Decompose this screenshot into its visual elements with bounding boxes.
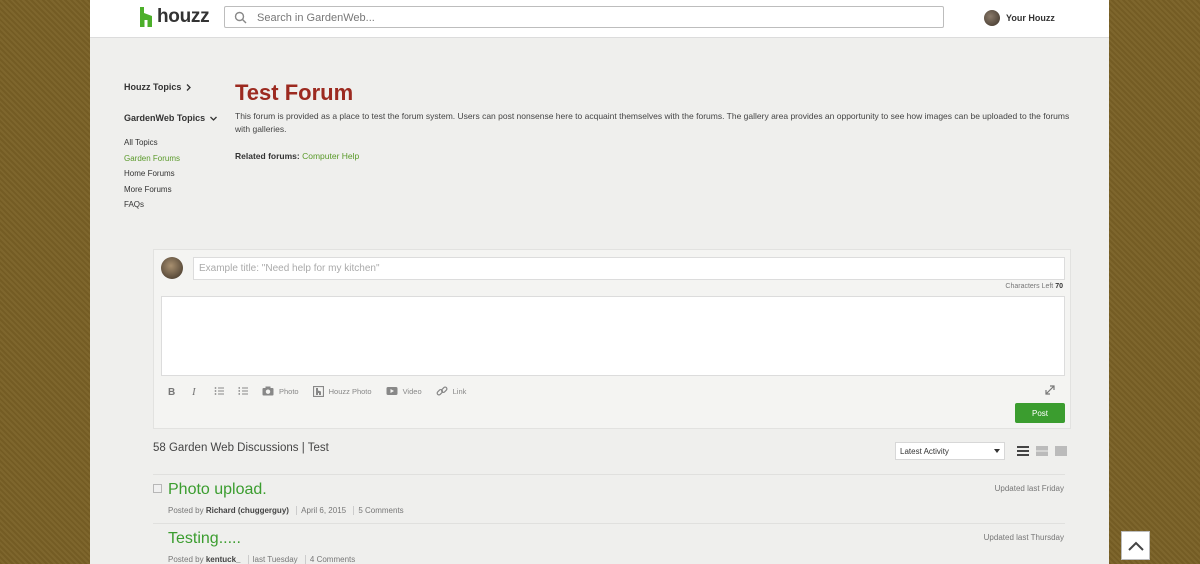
expand-icon[interactable] [1044, 384, 1056, 396]
video-icon [386, 387, 398, 395]
discussion-meta: Posted by kentuck_ last Tuesday 4 Commen… [168, 555, 356, 564]
discussion-title-input[interactable] [193, 257, 1065, 280]
posted-by-label: Posted by [168, 555, 204, 564]
discussion-updated: Updated last Thursday [983, 533, 1064, 542]
grid-view-icon[interactable] [1055, 446, 1067, 456]
discussion-comments[interactable]: 4 Comments [304, 555, 356, 564]
back-to-top-button[interactable] [1121, 531, 1150, 560]
post-button[interactable]: Post [1015, 403, 1065, 423]
sidebar-item-all-topics[interactable]: All Topics [124, 135, 224, 151]
search-input[interactable] [255, 8, 909, 28]
chevron-right-icon [186, 83, 192, 91]
gardenweb-topics-label: GardenWeb Topics [124, 113, 206, 123]
discussion-row: Photo upload. Posted by Richard (chugger… [153, 474, 1065, 523]
houzz-topics-label: Houzz Topics [124, 82, 182, 92]
discussion-row: Testing..... Posted by kentuck_ last Tue… [153, 523, 1065, 564]
search-icon [234, 11, 247, 24]
sidebar-item-garden-forums[interactable]: Garden Forums [124, 151, 224, 167]
page: houzz Your Houzz Houzz Topics GardenWeb … [90, 0, 1109, 564]
forum-description: This forum is provided as a place to tes… [235, 111, 1070, 134]
posted-by-label: Posted by [168, 506, 204, 515]
logo-text: houzz [157, 6, 210, 27]
search-box[interactable] [224, 6, 944, 28]
discussion-author[interactable]: kentuck_ [206, 555, 241, 564]
related-forums: Related forums: Computer Help [235, 151, 1075, 161]
numbered-list-icon [238, 387, 248, 395]
discussion-title[interactable]: Photo upload. [168, 481, 267, 499]
compact-view-icon[interactable] [1036, 446, 1048, 456]
discussion-date: April 6, 2015 [296, 506, 347, 515]
sidebar-item-more-forums[interactable]: More Forums [124, 182, 224, 198]
chevron-up-icon [1127, 541, 1144, 551]
bulleted-list-icon [214, 387, 224, 395]
discussion-title[interactable]: Testing..... [168, 530, 241, 548]
video-button[interactable]: Video [386, 386, 422, 396]
your-houzz-menu[interactable]: Your Houzz [984, 10, 1055, 26]
view-toggle [1017, 446, 1067, 456]
page-title: Test Forum [235, 80, 354, 105]
your-houzz-label: Your Houzz [1006, 13, 1055, 23]
discussion-count: 58 Garden Web Discussions | Test [153, 442, 329, 454]
gardenweb-topics-toggle[interactable]: GardenWeb Topics [124, 111, 224, 125]
discussion-checkbox[interactable] [153, 484, 162, 493]
sidebar: Houzz Topics GardenWeb Topics All Topics… [124, 80, 224, 213]
characters-left-value: 70 [1055, 283, 1063, 290]
related-forums-label: Related forums: [235, 151, 300, 161]
svg-text:B: B [168, 387, 175, 396]
italic-button[interactable]: I [190, 386, 200, 396]
discussion-comments[interactable]: 5 Comments [353, 506, 404, 515]
video-label: Video [402, 386, 422, 396]
user-avatar [984, 10, 1000, 26]
houzz-logo-icon [140, 7, 152, 27]
chevron-down-icon [210, 116, 218, 121]
formatting-toolbar: B I Photo Houzz Photo Video Link [166, 384, 480, 398]
sort-select-value: Latest Activity [900, 446, 949, 456]
bulleted-list-button[interactable] [214, 386, 224, 396]
houzz-logo[interactable]: houzz [140, 6, 210, 28]
characters-left: Characters Left 70 [1005, 283, 1063, 290]
sidebar-item-home-forums[interactable]: Home Forums [124, 166, 224, 182]
houzz-topics-toggle[interactable]: Houzz Topics [124, 80, 224, 94]
camera-icon [262, 386, 274, 396]
bold-button[interactable]: B [166, 386, 176, 396]
discussion-author[interactable]: Richard (chuggerguy) [206, 506, 289, 515]
houzz-photo-icon [312, 385, 324, 397]
sidebar-item-faqs[interactable]: FAQs [124, 197, 224, 213]
composer-avatar [161, 257, 183, 279]
houzz-photo-label: Houzz Photo [328, 386, 372, 396]
related-forum-link[interactable]: Computer Help [302, 151, 359, 161]
discussion-body-input[interactable] [161, 296, 1065, 376]
photo-button[interactable]: Photo [262, 386, 299, 396]
characters-left-label: Characters Left [1005, 283, 1054, 290]
list-view-icon[interactable] [1017, 446, 1029, 456]
numbered-list-button[interactable] [238, 386, 248, 396]
link-button[interactable]: Link [436, 385, 467, 397]
svg-text:I: I [191, 386, 197, 396]
new-discussion-composer: Characters Left 70 B I [153, 249, 1071, 429]
houzz-photo-button[interactable]: Houzz Photo [312, 385, 372, 397]
bold-icon: B [168, 387, 175, 396]
top-bar: houzz Your Houzz [90, 0, 1109, 38]
discussion-date: last Tuesday [247, 555, 298, 564]
italic-icon: I [191, 386, 197, 396]
link-icon [436, 386, 448, 396]
discussion-updated: Updated last Friday [994, 484, 1064, 493]
forum-header: Test Forum This forum is provided as a p… [235, 80, 1075, 161]
caret-down-icon [994, 449, 1000, 453]
discussion-meta: Posted by Richard (chuggerguy) April 6, … [168, 506, 404, 515]
sort-select[interactable]: Latest Activity [895, 442, 1005, 460]
link-label: Link [452, 386, 467, 396]
photo-label: Photo [279, 386, 299, 396]
